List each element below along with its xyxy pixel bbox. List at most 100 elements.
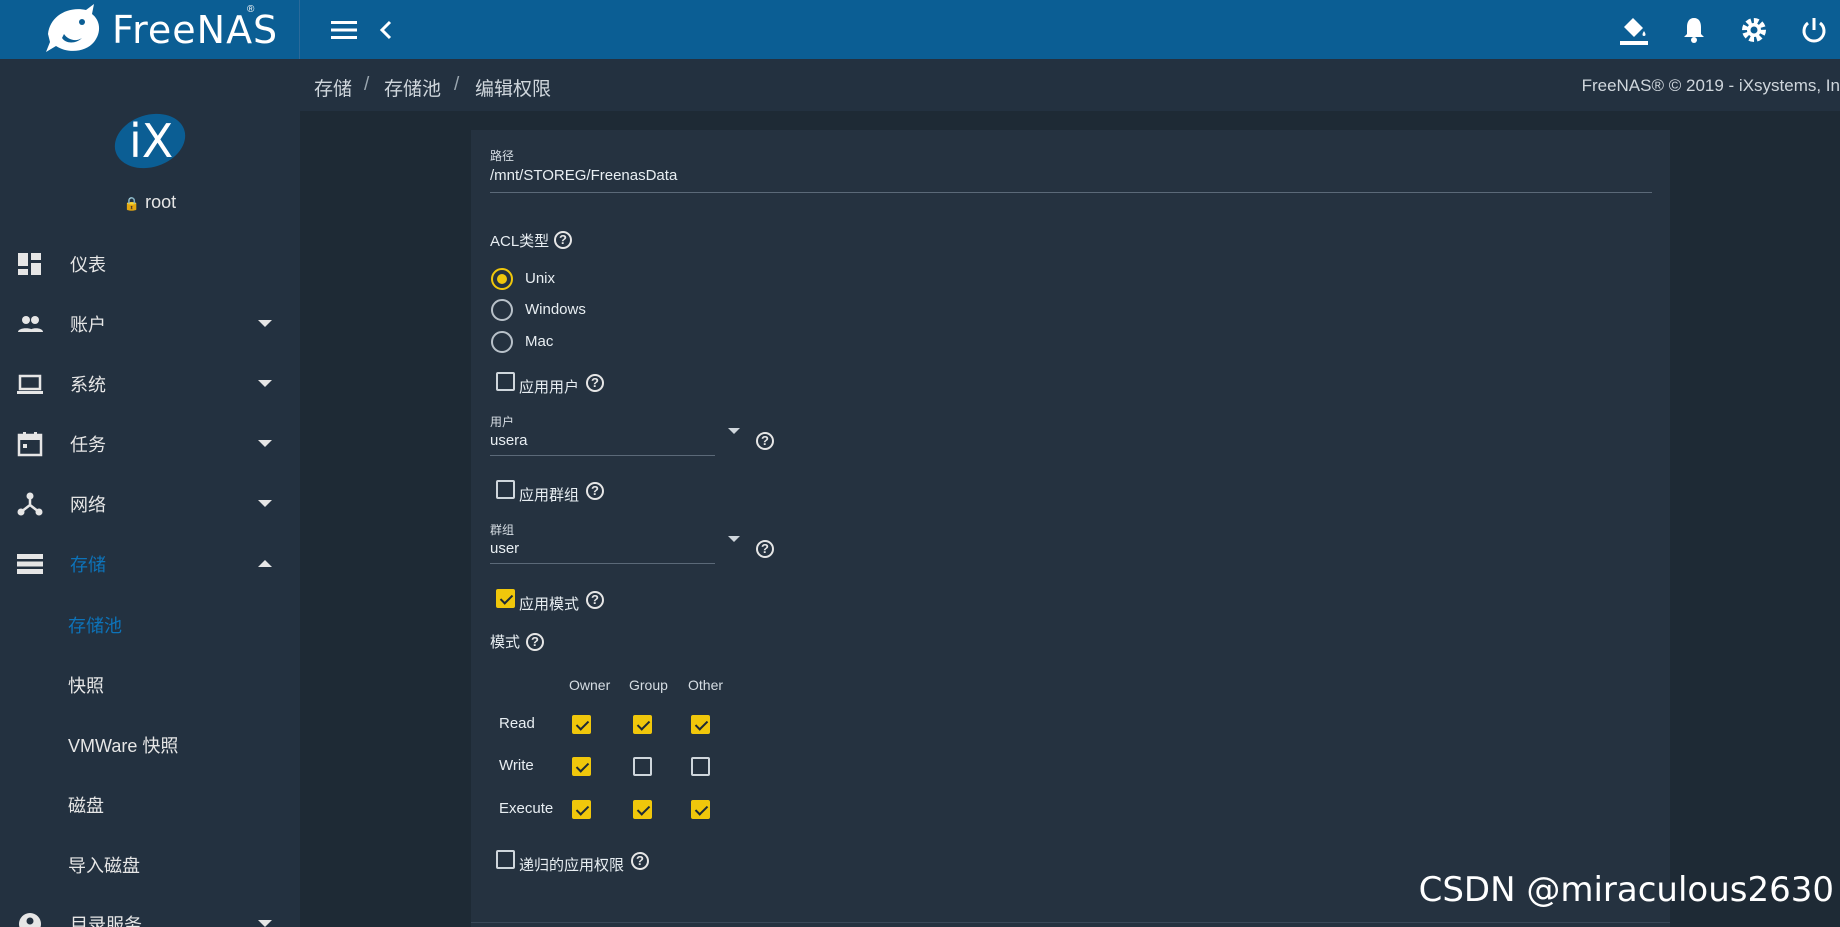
nav-tasks[interactable]: 任务 [0, 414, 300, 474]
notifications-button[interactable] [1677, 13, 1711, 47]
nav-system[interactable]: 系统 [0, 354, 300, 414]
apply-user-checkbox[interactable] [496, 372, 515, 391]
nav-label: 任务 [70, 435, 106, 455]
bell-icon [1684, 18, 1704, 43]
chevron-down-icon [258, 320, 272, 327]
apply-user-label: 应用用户 [519, 379, 580, 396]
apply-mode-label: 应用模式 [519, 596, 580, 613]
mode-row-write: Write [499, 757, 534, 774]
mode-row-read: Read [499, 715, 535, 732]
breadcrumb: 存储 / 存储池 / 编辑权限 FreeNAS® © 2019 - iXsyst… [300, 59, 1840, 111]
write-other-checkbox[interactable] [691, 757, 710, 776]
nav-accounts[interactable]: 账户 [0, 294, 300, 354]
acl-radio-windows[interactable] [491, 299, 513, 321]
mode-help-icon[interactable]: ? [526, 633, 544, 651]
menu-icon [331, 21, 357, 39]
nav-directory-services[interactable]: 目录服务 [0, 894, 300, 927]
chevron-down-icon [258, 920, 272, 927]
execute-owner-checkbox[interactable] [572, 800, 591, 819]
group-help-icon[interactable]: ? [756, 540, 774, 558]
chevron-up-icon [258, 560, 272, 567]
recursive-label: 递归的应用权限 [519, 857, 625, 874]
apply-group-label: 应用群组 [519, 487, 580, 504]
dashboard-icon [18, 253, 41, 275]
user-help-icon[interactable]: ? [756, 432, 774, 450]
current-user: 🔒 root [0, 192, 300, 213]
group-label: 群组 [490, 523, 515, 537]
group-select-value[interactable]: user [490, 540, 519, 557]
path-underline [490, 192, 1652, 193]
sub-label: 磁盘 [68, 796, 104, 816]
menu-button[interactable] [327, 13, 361, 47]
calendar-icon [17, 432, 43, 457]
chevron-down-icon [258, 380, 272, 387]
group-underline [490, 563, 715, 564]
back-icon [379, 20, 392, 40]
path-value[interactable]: /mnt/STOREG/FreenasData [490, 167, 677, 184]
user-select-value[interactable]: usera [490, 432, 528, 449]
breadcrumb-edit-permissions: 编辑权限 [475, 79, 552, 100]
settings-button[interactable] [1737, 13, 1771, 47]
nav-disks[interactable]: 磁盘 [0, 774, 300, 834]
nav-storage[interactable]: 存储 [0, 534, 300, 594]
apply-mode-help-icon[interactable]: ? [586, 591, 604, 609]
sub-label: 快照 [68, 676, 104, 696]
freenas-shark-icon [46, 4, 100, 52]
breadcrumb-separator: / [364, 74, 370, 95]
read-group-checkbox[interactable] [633, 715, 652, 734]
nav-snapshots[interactable]: 快照 [0, 654, 300, 714]
nav-network[interactable]: 网络 [0, 474, 300, 534]
logo[interactable]: FreeNAS ® [0, 0, 300, 59]
nav-label: 仪表 [70, 255, 106, 275]
laptop-icon [17, 374, 43, 394]
acl-help-icon[interactable]: ? [554, 231, 572, 249]
apply-mode-checkbox[interactable] [496, 589, 515, 608]
path-label: 路径 [490, 149, 515, 163]
user-dropdown-icon[interactable] [728, 428, 740, 434]
breadcrumb-storage[interactable]: 存储 [314, 74, 352, 101]
logo-registered-mark: ® [247, 4, 255, 15]
read-other-checkbox[interactable] [691, 715, 710, 734]
execute-group-checkbox[interactable] [633, 800, 652, 819]
chevron-down-icon [258, 440, 272, 447]
apply-group-help-icon[interactable]: ? [586, 482, 604, 500]
recursive-checkbox[interactable] [496, 850, 515, 869]
sub-label: VMWare 快照 [68, 736, 179, 756]
watermark: CSDN @miraculous2630 [1418, 870, 1834, 910]
ix-avatar: iX [114, 113, 186, 169]
apply-group-checkbox[interactable] [496, 480, 515, 499]
user-label: 用户 [490, 415, 515, 429]
recursive-help-icon[interactable]: ? [631, 852, 649, 870]
user-underline [490, 455, 715, 456]
breadcrumb-pools[interactable]: 存储池 [384, 74, 441, 101]
nav-label: 系统 [70, 375, 106, 395]
power-icon [1802, 18, 1826, 43]
back-button[interactable] [369, 13, 403, 47]
permissions-form: 路径 /mnt/STOREG/FreenasData ACL类型 ? Unix … [471, 130, 1670, 927]
theme-button[interactable] [1617, 13, 1651, 47]
nav-import-disk[interactable]: 导入磁盘 [0, 834, 300, 894]
paint-bucket-icon [1620, 18, 1648, 45]
lock-icon: 🔒 [123, 196, 141, 211]
mode-label: 模式 [490, 634, 521, 651]
acl-option-windows: Windows [525, 301, 586, 318]
gear-icon [1742, 18, 1766, 42]
acl-radio-mac[interactable] [491, 331, 513, 353]
execute-other-checkbox[interactable] [691, 800, 710, 819]
write-group-checkbox[interactable] [633, 757, 652, 776]
power-button[interactable] [1797, 13, 1831, 47]
nav-dashboard[interactable]: 仪表 [0, 234, 300, 294]
accounts-icon [18, 316, 43, 332]
write-owner-checkbox[interactable] [572, 757, 591, 776]
sub-label: 存储池 [68, 616, 122, 636]
mode-row-execute: Execute [499, 800, 554, 817]
nav-vmware-snapshots[interactable]: VMWare 快照 [0, 714, 300, 774]
apply-user-help-icon[interactable]: ? [586, 374, 604, 392]
acl-type-label: ACL类型 [490, 233, 550, 250]
directory-icon [19, 913, 41, 927]
svg-text:iX: iX [129, 114, 173, 168]
group-dropdown-icon[interactable] [728, 536, 740, 542]
nav-storage-pools[interactable]: 存储池 [0, 594, 300, 654]
acl-radio-unix[interactable] [491, 268, 513, 290]
read-owner-checkbox[interactable] [572, 715, 591, 734]
